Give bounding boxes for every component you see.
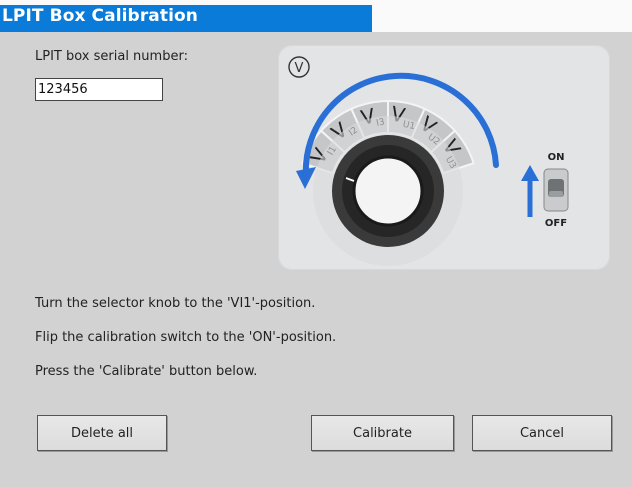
- serial-number-input[interactable]: [35, 78, 163, 101]
- instruction-line-1: Turn the selector knob to the 'VI1'-posi…: [35, 296, 316, 311]
- switch-on-label: ON: [548, 152, 565, 163]
- serial-number-label: LPIT box serial number:: [35, 49, 188, 64]
- title-bar: LPIT Box Calibration: [0, 0, 632, 32]
- voltage-mode-icon: V: [288, 56, 310, 78]
- calibration-illustration: V VI1VI2VI3VU1VU2VU3 ON OFF: [288, 56, 569, 266]
- cancel-button[interactable]: Cancel: [472, 415, 612, 451]
- up-arrow-icon: [521, 165, 539, 217]
- selector-knob[interactable]: [313, 116, 463, 266]
- switch-off-label: OFF: [545, 218, 567, 229]
- window-title: LPIT Box Calibration: [2, 6, 199, 26]
- instruction-line-3: Press the 'Calibrate' button below.: [35, 364, 258, 379]
- calibration-illustration-panel: V VI1VI2VI3VU1VU2VU3 ON OFF: [278, 45, 610, 270]
- calibrate-button[interactable]: Calibrate: [311, 415, 454, 451]
- instruction-line-2: Flip the calibration switch to the 'ON'-…: [35, 330, 337, 345]
- svg-text:V: V: [295, 61, 304, 76]
- delete-all-button[interactable]: Delete all: [37, 415, 167, 451]
- calibration-switch[interactable]: ON OFF: [543, 152, 569, 229]
